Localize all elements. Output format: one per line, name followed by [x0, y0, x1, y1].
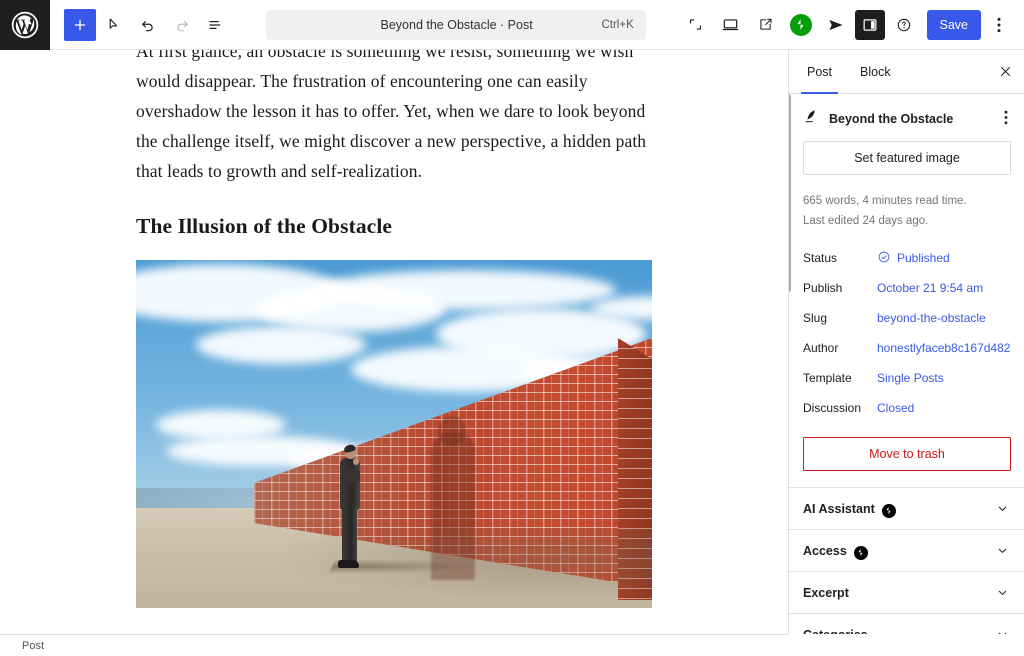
editor-options-kebab-icon[interactable] [984, 10, 1014, 40]
meta-label: Discussion [803, 401, 862, 415]
man-legs [342, 506, 357, 562]
command-bar-shortcut: Ctrl+K [601, 18, 634, 31]
meta-row-status: Status Published [803, 243, 1010, 273]
meta-row-discussion: Discussion Closed [803, 393, 1010, 423]
chevron-down-icon[interactable] [995, 543, 1010, 558]
close-icon[interactable] [986, 50, 1024, 93]
document-overview-button[interactable] [200, 9, 232, 41]
meta-label: Template [803, 371, 852, 385]
jetpack-icon [881, 503, 896, 518]
set-featured-image-button[interactable]: Set featured image [803, 141, 1011, 175]
publish-date-value[interactable]: October 21 9:54 am [877, 281, 983, 295]
sidebar-tabs: Post Block [789, 50, 1024, 94]
panel-ai-assistant[interactable]: AI Assistant [789, 487, 1024, 529]
move-to-trash-button[interactable]: Move to trash [803, 437, 1011, 471]
save-button[interactable]: Save [926, 9, 981, 40]
author-value[interactable]: honestlyfaceb8c167d482 [877, 341, 1010, 355]
settings-sidebar-toggle[interactable] [854, 9, 885, 40]
meta-row-author: Author honestlyfaceb8c167d482 [803, 333, 1010, 363]
post-actions-kebab-icon[interactable] [1002, 110, 1010, 128]
image-block[interactable] [136, 260, 652, 608]
post-meta-list: Status Published Publish October 21 9:54… [789, 243, 1024, 423]
editor-header-toolbar: Beyond the Obstacle · Post Ctrl+K Save [0, 0, 1024, 50]
panel-title: Categories [803, 628, 868, 635]
meta-row-publish: Publish October 21 9:54 am [803, 273, 1010, 303]
check-circle-icon [877, 250, 891, 267]
meta-label: Status [803, 251, 838, 265]
toolbar-left-group [50, 8, 232, 41]
command-bar[interactable]: Beyond the Obstacle · Post Ctrl+K [265, 9, 646, 40]
editor-status-bar: Post [0, 634, 788, 656]
wordpress-block-editor: Beyond the Obstacle · Post Ctrl+K Save A… [0, 0, 1024, 656]
status-badge[interactable]: Published [877, 250, 950, 267]
slug-value[interactable]: beyond-the-obstacle [877, 311, 986, 325]
settings-sidebar: Post Block Beyond the Obstacle Set featu… [788, 50, 1024, 634]
post-title-label: Beyond the Obstacle [829, 111, 954, 126]
meta-label: Slug [803, 311, 828, 325]
heading-block[interactable]: The Illusion of the Obstacle [136, 212, 652, 240]
post-content[interactable]: At first glance, an obstacle is somethin… [136, 50, 652, 634]
man-hand [353, 458, 359, 465]
add-block-button[interactable] [64, 8, 96, 41]
sidebar-body: Beyond the Obstacle Set featured image 6… [789, 94, 1024, 634]
chevron-down-icon[interactable] [995, 585, 1010, 600]
jetpack-badge [789, 13, 812, 36]
man-folded-arms [342, 469, 360, 483]
zoom-out-corners-icon[interactable] [680, 9, 712, 41]
quill-pen-icon [803, 108, 819, 129]
panel-access[interactable]: Access [789, 529, 1024, 571]
sidebar-panels: AI Assistant Access Excerpt [789, 487, 1024, 634]
man-shoes [338, 560, 359, 568]
meta-row-slug: Slug beyond-the-obstacle [803, 303, 1010, 333]
jetpack-icon [853, 545, 868, 560]
chevron-down-icon[interactable] [995, 627, 1010, 634]
meta-value-text: Published [897, 251, 950, 265]
man-torso [340, 458, 360, 510]
breadcrumb[interactable]: Post [22, 640, 44, 652]
post-summary-row: Beyond the Obstacle [789, 94, 1024, 139]
external-link-icon[interactable] [750, 9, 782, 41]
panel-title: Excerpt [803, 585, 849, 600]
desktop-icon[interactable] [715, 9, 747, 41]
meta-label: Publish [803, 281, 843, 295]
paper-plane-icon[interactable] [820, 9, 852, 41]
discussion-value[interactable]: Closed [877, 401, 914, 415]
panel-title: Access [803, 543, 847, 558]
tab-post[interactable]: Post [793, 50, 846, 94]
meta-label: Author [803, 341, 839, 355]
command-bar-title: Beyond the Obstacle · Post [380, 17, 533, 32]
panel-categories[interactable]: Categories [789, 613, 1024, 634]
tools-button[interactable] [98, 9, 130, 41]
sidebar-scrollbar[interactable] [789, 94, 792, 634]
meta-row-template: Template Single Posts [803, 363, 1010, 393]
man-figure [336, 443, 364, 572]
brick-wall-illustration [136, 260, 652, 608]
template-value[interactable]: Single Posts [877, 371, 944, 385]
cloud [316, 270, 616, 310]
editor-canvas[interactable]: At first glance, an obstacle is somethin… [0, 50, 788, 634]
undo-button[interactable] [132, 9, 164, 41]
last-edited-note: Last edited 24 days ago. [803, 215, 929, 227]
wordpress-logo-icon[interactable] [0, 0, 50, 50]
panel-title: AI Assistant [803, 501, 875, 516]
jetpack-icon[interactable] [785, 9, 817, 41]
command-bar-wrap: Beyond the Obstacle · Post Ctrl+K [232, 9, 680, 40]
word-count-note: 665 words, 4 minutes read time. [803, 195, 967, 207]
toolbar-right-group: Save [680, 9, 1024, 41]
redo-button[interactable] [166, 9, 198, 41]
panel-excerpt[interactable]: Excerpt [789, 571, 1024, 613]
chevron-down-icon[interactable] [995, 501, 1010, 516]
tab-block[interactable]: Block [846, 50, 905, 93]
question-circle-icon[interactable] [888, 9, 920, 41]
paragraph-block[interactable]: At first glance, an obstacle is somethin… [136, 50, 652, 186]
sidebar-scrollbar-thumb[interactable] [789, 94, 791, 292]
cloud [196, 326, 366, 364]
